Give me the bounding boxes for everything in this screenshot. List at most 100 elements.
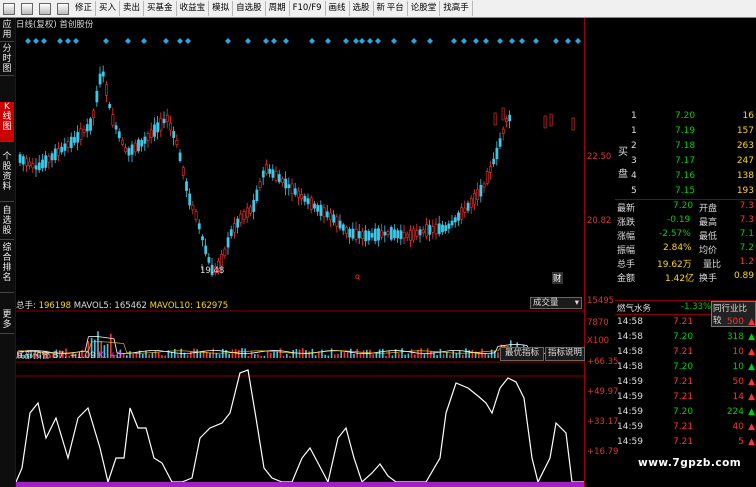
tick-volume: 14 xyxy=(732,392,744,402)
signal-dot-icon xyxy=(451,38,457,44)
indicator-axis-label: +49.97 xyxy=(587,387,619,397)
stat-label: 振幅 xyxy=(617,246,636,256)
tick-time: 14:58 xyxy=(617,362,643,372)
stat-value: -2.57% xyxy=(659,229,691,239)
toolbar-sell-button[interactable]: 卖出 xyxy=(120,1,145,16)
tick-row: 14:58 7.20 318 ▲ xyxy=(615,332,756,347)
candle-body xyxy=(159,117,163,131)
candle-body xyxy=(284,178,288,189)
candle-body xyxy=(137,139,140,152)
toolbar-expert-button[interactable]: 找高手 xyxy=(440,1,473,16)
sidebar-item-kline[interactable]: K线图 xyxy=(0,102,14,142)
toolbar-buy-fund-button[interactable]: 买基金 xyxy=(144,1,177,16)
event-marker-q[interactable]: q xyxy=(355,272,360,281)
level-volume: 16 xyxy=(742,111,754,121)
volume-axis-label: 7870 xyxy=(587,318,609,328)
candle-body xyxy=(245,207,249,218)
best-indicator-button[interactable]: 最优指标 xyxy=(500,347,544,361)
toolbar-f10-button[interactable]: F10/F9 xyxy=(290,1,326,16)
tick-volume: 318 xyxy=(726,332,744,342)
toolbar-buy-button[interactable]: 买入 xyxy=(96,1,121,16)
candle-body xyxy=(493,112,497,126)
sidebar-item-stock-info[interactable]: 个股资料 xyxy=(0,152,14,202)
arrow-down-icon: ▲ xyxy=(748,332,755,342)
candle-body xyxy=(89,118,92,131)
tick-price: 7.20 xyxy=(673,362,694,372)
chevron-down-icon: ▾ xyxy=(574,298,579,308)
level-volume: 138 xyxy=(736,171,754,181)
toolbar-watchlist-button[interactable]: 自选股 xyxy=(233,1,266,16)
indicator-k: K: +0 xyxy=(98,351,122,361)
level-number: 2 xyxy=(631,141,637,151)
candle-body xyxy=(252,200,256,212)
sector-name[interactable]: 燃气水务 xyxy=(617,302,651,314)
stat-label: 最高 xyxy=(699,218,718,228)
candle-body xyxy=(185,181,188,191)
arrow-up-icon: ▲ xyxy=(748,437,755,447)
candle-body xyxy=(501,107,505,121)
forward-icon[interactable] xyxy=(21,2,33,15)
candle-body xyxy=(194,211,198,220)
tick-time: 14:58 xyxy=(617,347,643,357)
kline-chart-area[interactable] xyxy=(16,18,584,487)
stat-value: 2.84% xyxy=(663,243,692,253)
stat-label: 开盘 xyxy=(699,204,718,214)
candle-body xyxy=(18,154,22,163)
candle-body xyxy=(25,158,28,166)
candle-body xyxy=(290,183,294,195)
signal-dot-icon xyxy=(185,38,191,44)
toolbar-fix-button[interactable]: 修正 xyxy=(72,1,97,16)
signal-dot-icon xyxy=(483,38,489,44)
candle-body xyxy=(274,171,278,181)
candle-body xyxy=(469,198,473,208)
candle-body xyxy=(351,228,355,239)
candle-body xyxy=(31,163,35,169)
stat-label: 涨幅 xyxy=(617,232,636,242)
refresh-icon[interactable] xyxy=(39,2,51,15)
candle-body xyxy=(405,233,409,238)
candle-body xyxy=(127,148,131,156)
tick-time: 14:59 xyxy=(617,422,643,432)
sidebar-item-watchlist[interactable]: 自选股 xyxy=(0,206,14,240)
toolbar-simulate-button[interactable]: 模拟 xyxy=(209,1,234,16)
stat-value: 7.2 xyxy=(739,243,754,253)
level-price: 7.17 xyxy=(675,156,696,166)
stat-row: 最新 7.20 开盘 7.3 xyxy=(615,201,756,214)
indicator-help-button[interactable]: 指标说明 xyxy=(545,347,585,361)
candle-body xyxy=(418,229,422,236)
candle-body xyxy=(425,223,428,237)
sidebar-item-apps[interactable]: 应用 xyxy=(0,20,14,42)
back-icon[interactable] xyxy=(3,2,15,15)
candle-body xyxy=(66,141,70,149)
tick-time: 14:59 xyxy=(617,377,643,387)
candle-body xyxy=(44,155,48,168)
candle-body xyxy=(249,206,252,214)
event-marker-finance[interactable]: 财 xyxy=(552,272,563,284)
order-book-row: 5 7.15 193 xyxy=(615,186,756,198)
sidebar-item-ranking[interactable]: 综合排名 xyxy=(0,243,14,293)
toolbar-screener-button[interactable]: 选股 xyxy=(350,1,374,16)
candle-body xyxy=(175,140,179,145)
sidebar-item-timeshare[interactable]: 分时图 xyxy=(0,44,14,76)
toolbar-platform-button[interactable]: 新 平台 xyxy=(374,1,408,16)
signal-dot-icon xyxy=(497,38,503,44)
toolbar-period-button[interactable]: 周期 xyxy=(266,1,290,16)
low-price-marker: 19.48 xyxy=(200,266,225,276)
candle-body xyxy=(111,114,115,126)
sidebar-item-more[interactable]: 更多 xyxy=(0,310,14,334)
volume-indicator-dropdown[interactable]: 成交量 ▾ xyxy=(530,297,582,309)
toolbar-drawline-button[interactable]: 画线 xyxy=(326,1,350,16)
signal-dot-icon xyxy=(353,38,359,44)
price-axis-label: 20.82 xyxy=(587,216,612,226)
candle-body xyxy=(233,223,236,233)
print-icon[interactable] xyxy=(57,2,69,15)
candle-body xyxy=(156,122,160,133)
toolbar-income-button[interactable]: 收益宝 xyxy=(177,1,210,16)
signal-dot-icon xyxy=(163,38,169,44)
candle-body xyxy=(329,212,332,221)
toolbar-forum-button[interactable]: 论股堂 xyxy=(408,1,441,16)
signal-dot-icon xyxy=(519,38,525,44)
candle-body xyxy=(357,231,361,239)
tick-volume: 50 xyxy=(732,377,744,387)
stat-label: 最新 xyxy=(617,204,636,214)
